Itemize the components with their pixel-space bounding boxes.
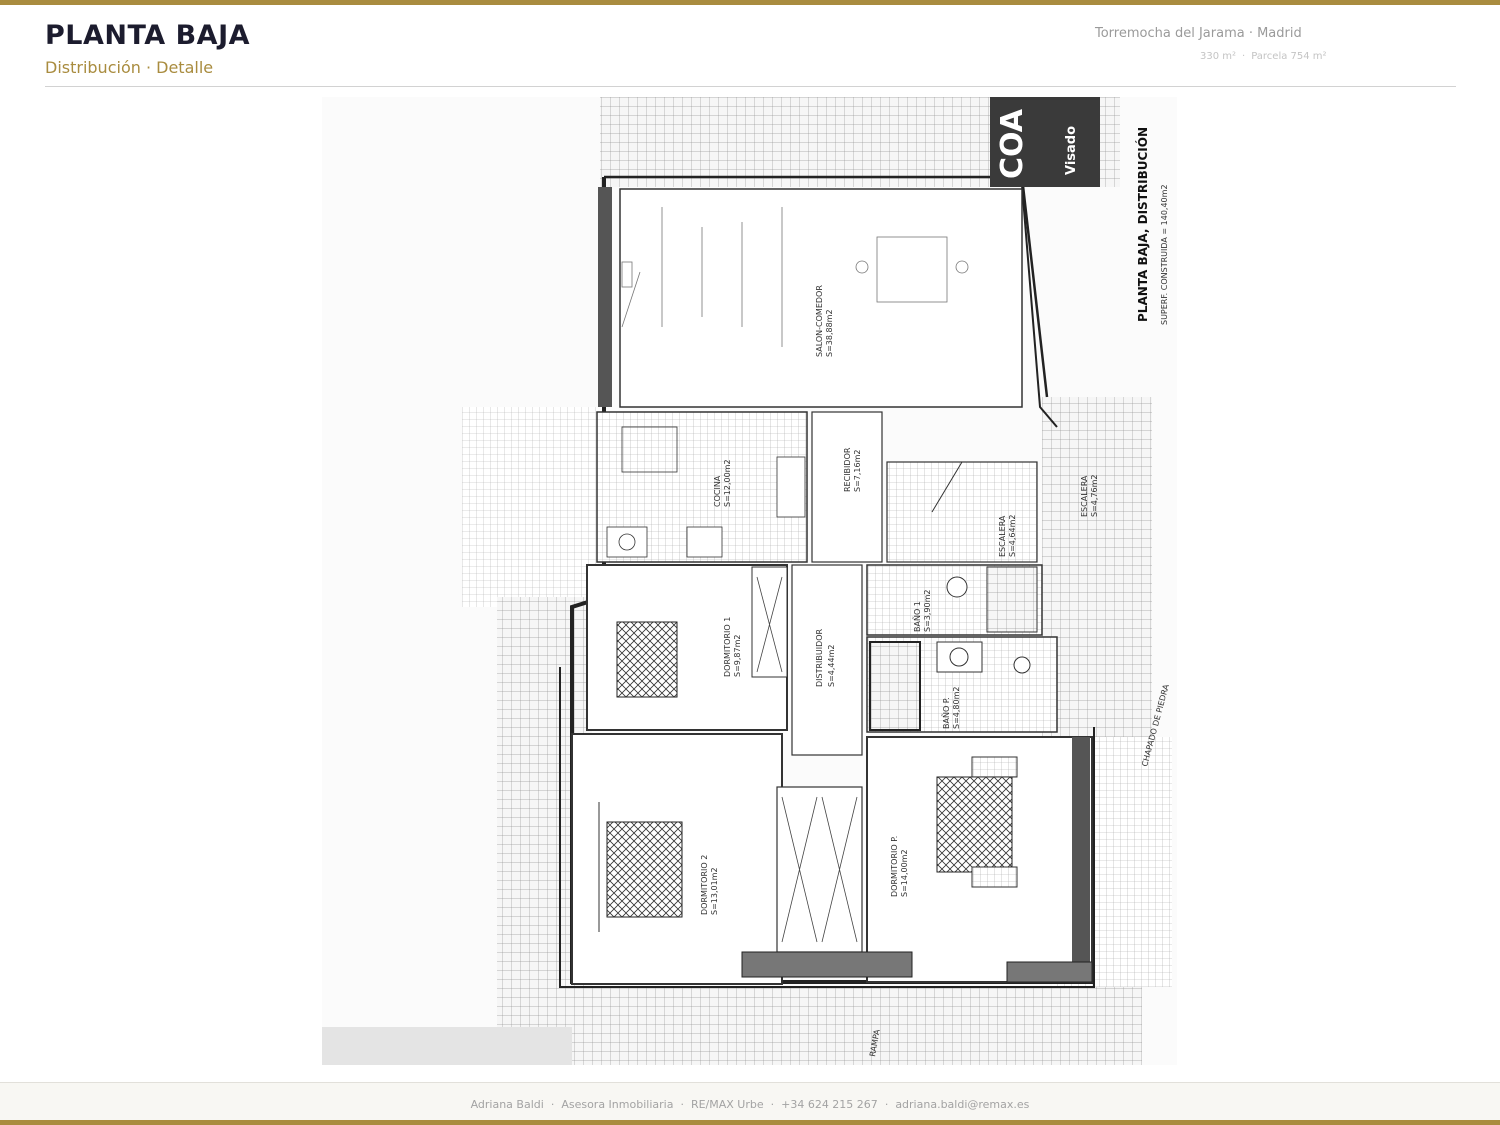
footer-separator: · — [770, 1098, 775, 1111]
room-label: BAÑO 1 — [912, 601, 922, 632]
footer-separator: · — [884, 1098, 889, 1111]
property-stats: 330 m² · Parcela 754 m² — [1200, 51, 1327, 62]
header-divider — [45, 86, 1456, 87]
bottom-accent-rule — [0, 1120, 1500, 1125]
footer-separator: · — [550, 1098, 555, 1111]
room-area: S=38,88m2 — [825, 309, 834, 357]
room-area: S=3,90m2 — [923, 590, 932, 632]
agent-name: Adriana Baldi — [470, 1098, 544, 1111]
room-area: S=4,44m2 — [827, 645, 836, 687]
agency-name: RE/MAX Urbe — [690, 1098, 764, 1111]
room-area: S=7,16m2 — [853, 450, 862, 492]
room-label: ESCALERA — [1080, 475, 1089, 517]
plan-heading: PLANTA BAJA, DISTRIBUCIÓN — [1135, 127, 1150, 322]
agent-email[interactable]: adriana.baldi@remax.es — [895, 1098, 1029, 1111]
plan-total-area: SUPERF. CONSTRUIDA = 140,40m2 — [1160, 184, 1169, 325]
room-label: SALON-COMEDOR — [815, 285, 824, 357]
property-location: Torremocha del Jarama · Madrid — [1095, 26, 1302, 41]
footer-separator: · — [680, 1098, 684, 1111]
plot-area: Parcela 754 m² — [1251, 51, 1327, 62]
footer-contact: Adriana Baldi · Asesora Inmobiliaria · RE/MA… — [0, 1098, 1500, 1111]
page-subtitle: Distribución · Detalle — [45, 58, 214, 77]
stats-separator: · — [1242, 51, 1246, 62]
footer-bar: Adriana Baldi · Asesora Inmobiliaria · RE/MA… — [0, 1082, 1500, 1121]
built-area: 330 m² — [1200, 51, 1237, 62]
stamp-subtext: Visado — [1064, 126, 1079, 175]
agent-phone[interactable]: +34 624 215 267 — [781, 1098, 878, 1111]
room-label: DORMITORIO P. — [890, 836, 899, 897]
stamp-text: COA — [995, 108, 1030, 179]
room-area: S=13,01m2 — [710, 867, 719, 915]
top-accent-rule — [0, 0, 1500, 5]
room-area: S=14,00m2 — [900, 849, 909, 897]
room-label: DORMITORIO 1 — [723, 617, 732, 677]
room-label: COCINA — [713, 475, 722, 507]
agent-role: Asesora Inmobiliaria — [561, 1098, 674, 1111]
room-label: RECIBIDOR — [843, 447, 852, 492]
floor-plan-image: COA Visado PLANTA BAJA, DISTRIBUCIÓN SUP… — [322, 97, 1177, 1065]
page-title: PLANTA BAJA — [45, 20, 251, 51]
room-area: S=4,80m2 — [952, 687, 961, 729]
room-label: DISTRIBUIDOR — [815, 628, 824, 687]
room-area: S=9,87m2 — [733, 635, 742, 677]
room-label: ESCALERA — [998, 515, 1007, 557]
room-label: BAÑO P. — [941, 697, 951, 729]
room-area: S=4,64m2 — [1008, 515, 1017, 557]
floor-plan-drawing: COA Visado PLANTA BAJA, DISTRIBUCIÓN SUP… — [322, 97, 1177, 1065]
room-area: S=4,76m2 — [1090, 475, 1099, 517]
room-label: DORMITORIO 2 — [700, 855, 709, 915]
room-area: S=12,00m2 — [723, 459, 732, 507]
